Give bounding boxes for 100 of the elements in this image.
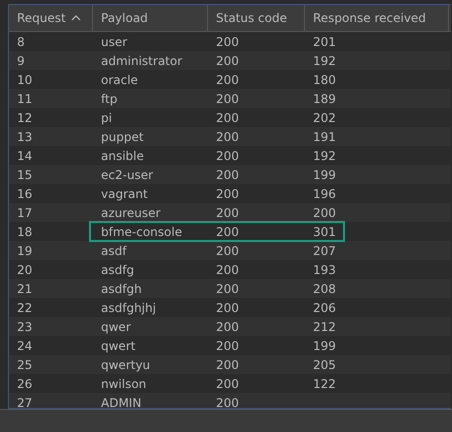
table-cell-text: 200	[312, 206, 337, 220]
table-cell-text: 122	[312, 376, 337, 390]
table-row[interactable]: 24 qwert 200 199	[9, 336, 451, 355]
table-row[interactable]: 16 vagrant 200 196	[9, 184, 451, 203]
table-cell-text: 301	[312, 224, 337, 238]
table-cell-text: 201	[312, 34, 337, 48]
table-cell-text: 200	[215, 206, 240, 220]
table-cell-text: 206	[312, 300, 337, 314]
column-header[interactable]: Status code	[208, 5, 305, 31]
table-cell-text: 200	[215, 224, 240, 238]
table-row[interactable]: 21 asdfgh 200 208	[9, 279, 451, 298]
table-cell-text: 208	[312, 282, 337, 296]
table-cell-text: 192	[312, 54, 337, 68]
table-cell-text: 200	[215, 282, 240, 296]
table-cell-text: 200	[215, 92, 240, 106]
table-cell-text: 15	[16, 168, 34, 182]
table-cell-text: 24	[16, 338, 34, 352]
table-row[interactable]: 9 administrator 200 192	[9, 51, 451, 70]
table-cell-text: 200	[215, 396, 240, 408]
table-cell-text: 200	[215, 148, 240, 162]
column-header[interactable]: Payload	[93, 5, 208, 31]
table-cell-text: 200	[215, 320, 240, 334]
table-cell-text: pi	[100, 110, 113, 124]
table-cell-text: administrator	[100, 54, 184, 68]
table-cell-text: 18	[16, 224, 34, 238]
table-cell-text: 12	[16, 110, 34, 124]
table-cell-text: user	[100, 34, 128, 48]
table-row[interactable]: 10 oracle 200 180	[9, 70, 451, 89]
table-cell-text: 26	[16, 376, 34, 390]
table-cell-text: 200	[215, 376, 240, 390]
column-header[interactable]: Request	[9, 5, 93, 31]
table-cell-text: asdfgh	[100, 282, 143, 296]
table-row[interactable]: 27 ADMIN 200	[9, 393, 451, 408]
table-cell-text: 14	[16, 148, 34, 162]
table-row[interactable]: 26 nwilson 200 122	[9, 374, 451, 393]
table-cell-text: 200	[215, 186, 240, 200]
table-cell-text: 199	[312, 168, 337, 182]
table-cell-text: 200	[215, 130, 240, 144]
table-cell-text: 200	[215, 244, 240, 258]
table-row[interactable]: 17 azureuser 200 200	[9, 203, 451, 222]
table-cell-text: 199	[312, 338, 337, 352]
table-cell-text: 200	[215, 72, 240, 86]
table-cell-text: 200	[215, 54, 240, 68]
table-cell-text: ansible	[100, 148, 145, 162]
table-cell-text: 20	[16, 262, 34, 276]
table-cell-text: 23	[16, 320, 34, 334]
table-row[interactable]: 25 qwertyu 200 205	[9, 355, 451, 374]
table-cell-text: 200	[215, 262, 240, 276]
table-row[interactable]: 15 ec2-user 200 199	[9, 165, 451, 184]
table-cell-text: ADMIN	[100, 396, 142, 408]
table-cell-text: puppet	[100, 130, 145, 144]
table-cell-text: 212	[312, 320, 337, 334]
table-cell-text: 16	[16, 186, 34, 200]
table-cell-text: 200	[215, 300, 240, 314]
table-cell-text: 205	[312, 358, 337, 372]
table-cell-text: 27	[16, 396, 34, 408]
table-cell-text: 196	[312, 186, 337, 200]
table-cell-text: asdfghjhj	[100, 300, 157, 314]
table-cell-text: ftp	[100, 92, 118, 106]
table-cell-text: 13	[16, 130, 34, 144]
table-cell-text: 207	[312, 244, 337, 258]
table-cell-text: 200	[215, 358, 240, 372]
table-cell-text: 180	[312, 72, 337, 86]
table-cell-text: asdfg	[100, 262, 136, 276]
table-cell-text: 200	[215, 168, 240, 182]
table-cell-text: 191	[312, 130, 337, 144]
table-cell-text: 25	[16, 358, 34, 372]
table-row[interactable]: 22 asdfghjhj 200 206	[9, 298, 451, 317]
table-cell-text: 8	[16, 34, 26, 48]
table-cell-text: qwert	[100, 338, 136, 352]
table-cell-text: 9	[16, 54, 26, 68]
table-row[interactable]: 20 asdfg 200 193	[9, 260, 451, 279]
table-cell-text: qwertyu	[100, 358, 152, 372]
table-row[interactable]: 13 puppet 200 191	[9, 127, 451, 146]
table-cell-text: 193	[312, 262, 337, 276]
table-cell-text: asdf	[100, 244, 128, 258]
table-cell-text: azureuser	[100, 206, 162, 220]
table-cell-text: ec2-user	[100, 168, 154, 182]
table-row[interactable]: 12 pi 200 202	[9, 108, 451, 127]
table-cell-text: bfme-console	[100, 224, 184, 238]
table-cell-text: 19	[16, 244, 34, 258]
table-cell-text: 21	[16, 282, 34, 296]
table-row[interactable]: 19 asdf 200 207	[9, 241, 451, 260]
table-cell-text: 202	[312, 110, 337, 124]
table-cell-text: 11	[16, 92, 34, 106]
table-cell-text: 192	[312, 148, 337, 162]
column-header[interactable]: Response received	[305, 5, 449, 31]
table-cell-text: 200	[215, 34, 240, 48]
table-row[interactable]: 23 qwer 200 212	[9, 317, 451, 336]
table-cell-text: 17	[16, 206, 34, 220]
table-cell-text: 200	[215, 110, 240, 124]
table-row[interactable]: 11 ftp 200 189	[9, 89, 451, 108]
table-row[interactable]: 14 ansible 200 192	[9, 146, 451, 165]
table-cell-text: vagrant	[100, 186, 149, 200]
table-row[interactable]: 18 bfme-console 200 301	[9, 222, 451, 241]
table-cell-text: qwer	[100, 320, 132, 334]
table-cell-text: 22	[16, 300, 34, 314]
table-row[interactable]: 8 user 200 201	[9, 32, 451, 51]
table-cell-text: 189	[312, 92, 337, 106]
table-cell-text: nwilson	[100, 376, 148, 390]
